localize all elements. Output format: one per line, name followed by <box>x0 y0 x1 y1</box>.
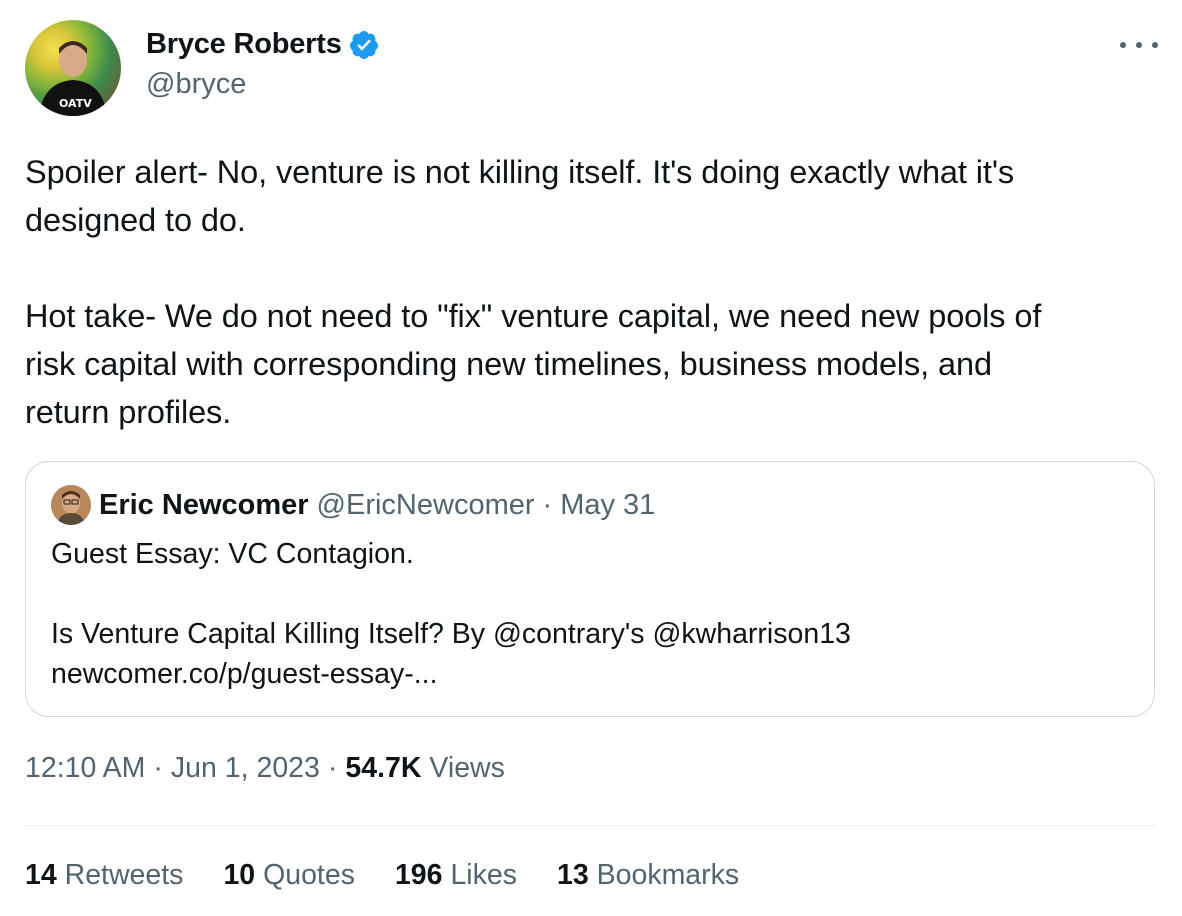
author-avatar[interactable]: OATV <box>25 20 121 116</box>
tweet-text: Spoiler alert- No, venture is not killin… <box>25 154 1042 430</box>
dot <box>1136 42 1142 48</box>
quoted-tweet-header: Eric Newcomer @EricNewcomer · May 31 <box>51 485 655 525</box>
verified-badge-icon <box>349 30 378 59</box>
bookmarks-stat[interactable]: 13 Bookmarks <box>557 859 739 892</box>
more-options-icon[interactable] <box>1120 30 1158 60</box>
dot <box>1120 42 1126 48</box>
likes-count: 196 <box>394 859 443 891</box>
views-count: 54.7K <box>345 752 422 784</box>
separator-dot: · <box>153 752 163 784</box>
author-name[interactable]: Bryce Roberts <box>146 28 342 61</box>
bookmarks-label: Bookmarks <box>596 859 740 891</box>
retweets-count: 14 <box>25 859 57 891</box>
tweet-date[interactable]: Jun 1, 2023 <box>171 752 320 785</box>
views-label: Views <box>429 752 505 784</box>
tweet-meta: 12:10 AM · Jun 1, 2023 · 54.7K Views <box>25 752 505 785</box>
author-handle[interactable]: @bryce <box>146 68 246 101</box>
bookmarks-count: 13 <box>556 859 589 891</box>
avatar-shirt-text: OATV <box>59 97 92 110</box>
divider <box>25 825 1157 826</box>
tweet-time[interactable]: 12:10 AM <box>25 752 145 785</box>
likes-stat[interactable]: 196 Likes <box>395 859 517 892</box>
quoted-author-handle: @EricNewcomer <box>316 488 535 521</box>
quoted-tweet-card[interactable]: Eric Newcomer @EricNewcomer · May 31 Gue… <box>25 461 1155 717</box>
dot <box>1152 42 1158 48</box>
quotes-label: Quotes <box>263 859 355 891</box>
quotes-count: 10 <box>223 859 256 891</box>
engagement-stats: 14 Retweets 10 Quotes 196 Likes 13 Bookm… <box>25 859 779 892</box>
quoted-tweet-date: May 31 <box>560 488 656 521</box>
separator-dot: · <box>542 488 553 521</box>
likes-label: Likes <box>450 859 517 891</box>
quotes-stat[interactable]: 10 Quotes <box>223 859 355 892</box>
separator-dot: · <box>327 752 338 784</box>
retweets-label: Retweets <box>64 859 184 891</box>
quoted-author-avatar <box>51 485 91 525</box>
quoted-tweet-text: Guest Essay: VC Contagion. Is Venture Ca… <box>51 538 851 690</box>
author-name-row[interactable]: Bryce Roberts <box>146 28 380 61</box>
quoted-author-name: Eric Newcomer <box>99 488 309 521</box>
views[interactable]: 54.7K Views <box>345 752 505 785</box>
retweets-stat[interactable]: 14 Retweets <box>25 859 183 892</box>
